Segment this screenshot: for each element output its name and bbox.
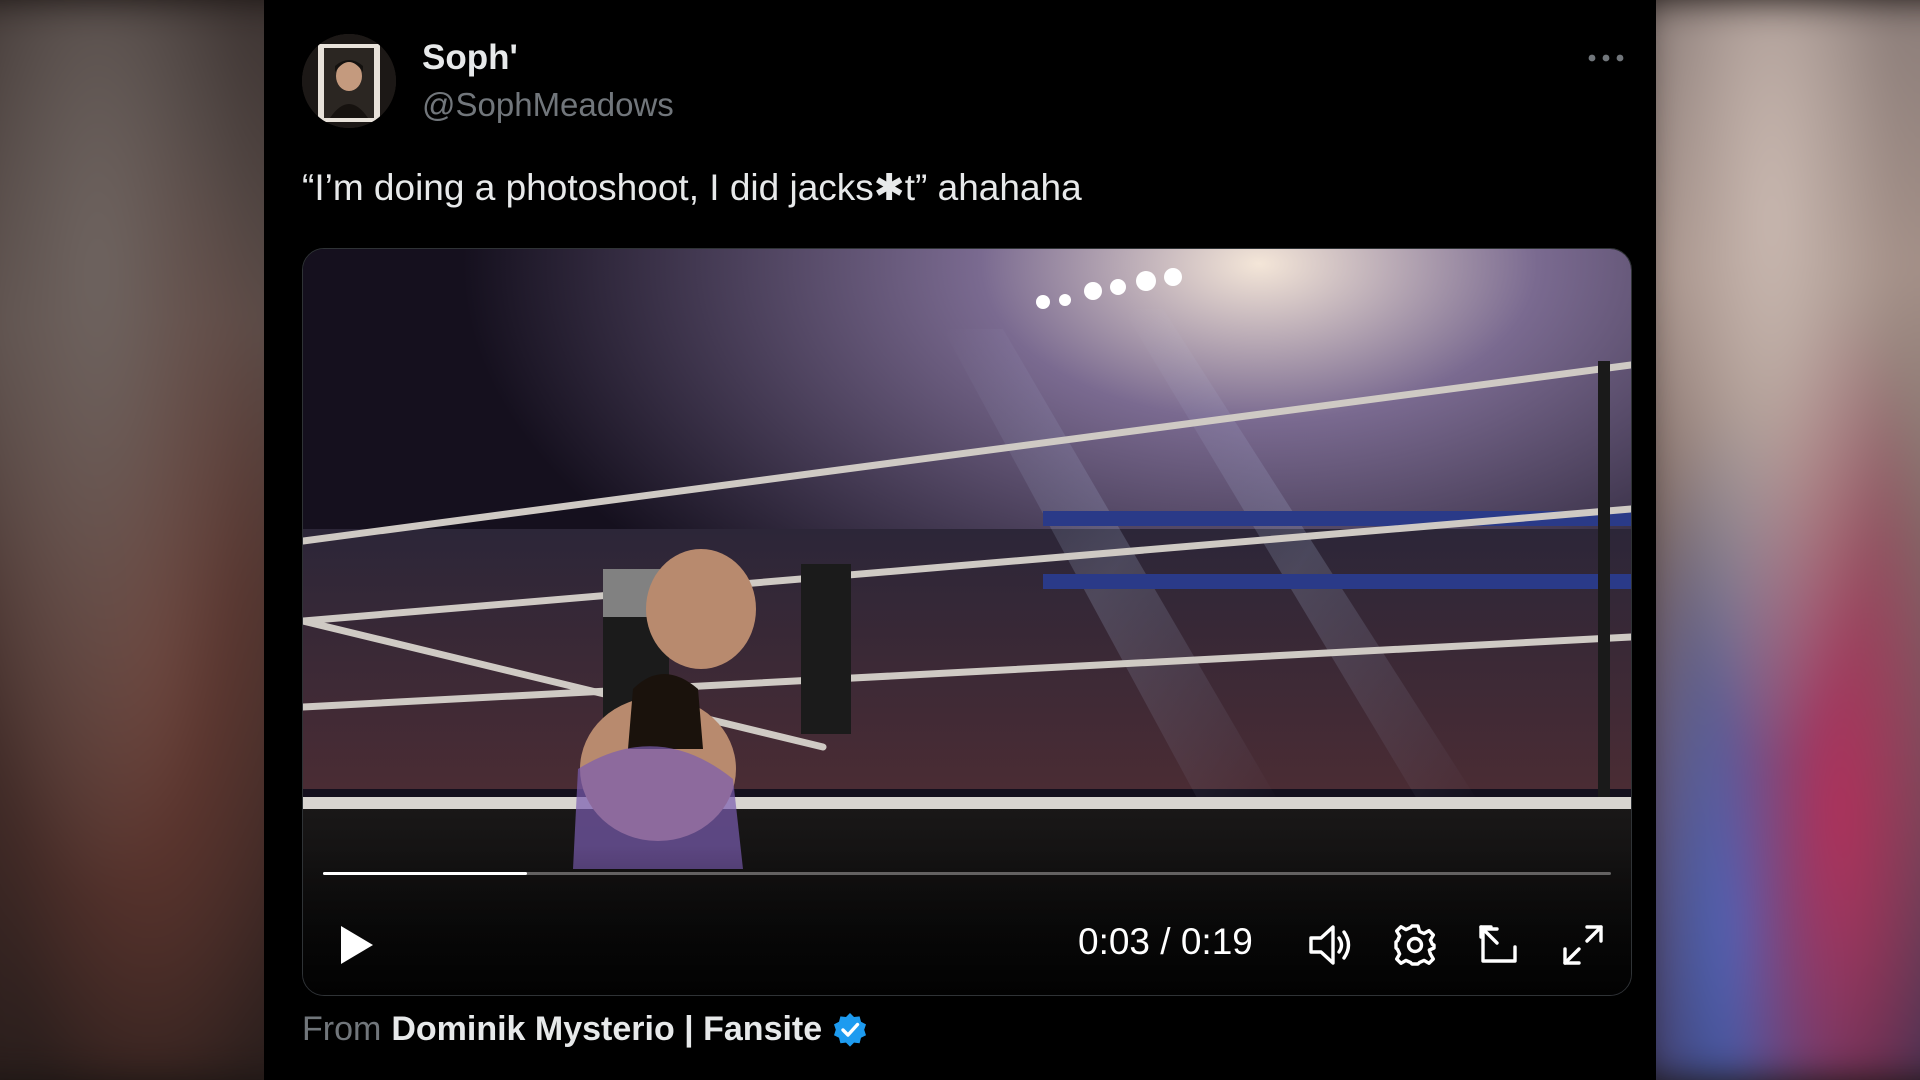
- source-account-link[interactable]: Dominik Mysterio | Fansite: [391, 1010, 822, 1049]
- screen: Soph' @SophMeadows “I’m doing a photosho…: [0, 0, 1920, 1080]
- tweet-text: “I’m doing a photoshoot, I did jacks✱t” …: [302, 167, 1082, 208]
- avatar[interactable]: [302, 34, 396, 128]
- volume-icon: [1309, 925, 1351, 965]
- fullscreen-icon: [1563, 925, 1603, 965]
- more-horizontal-icon: [1588, 54, 1624, 62]
- fullscreen-button[interactable]: [1557, 919, 1609, 971]
- pop-out-icon: [1479, 925, 1517, 963]
- play-icon: [341, 926, 373, 964]
- settings-gear-icon: [1394, 924, 1436, 966]
- verified-badge-icon: [832, 1012, 868, 1048]
- time-display: 0:03 / 0:19: [1078, 921, 1253, 962]
- volume-button[interactable]: [1305, 919, 1357, 971]
- video-progress-fill: [323, 872, 527, 875]
- profile-photo-icon: [302, 34, 396, 128]
- source-prefix: From: [302, 1010, 382, 1048]
- tweet-card: Soph' @SophMeadows “I’m doing a photosho…: [264, 0, 1656, 1080]
- settings-button[interactable]: [1389, 919, 1441, 971]
- more-options-button[interactable]: [1582, 38, 1630, 78]
- play-button[interactable]: [331, 919, 383, 971]
- blurred-background-right: [1640, 0, 1920, 1080]
- video-player[interactable]: 0:03 / 0:19: [302, 248, 1632, 996]
- display-name[interactable]: Soph': [422, 38, 518, 78]
- blurred-background-left: [0, 0, 305, 1080]
- user-handle[interactable]: @SophMeadows: [422, 86, 674, 124]
- source-attribution: From Dominik Mysterio | Fansite: [302, 1010, 868, 1049]
- verified-icon: [834, 1012, 867, 1047]
- pop-out-button[interactable]: [1473, 919, 1525, 971]
- video-progress-bar[interactable]: [323, 872, 1611, 875]
